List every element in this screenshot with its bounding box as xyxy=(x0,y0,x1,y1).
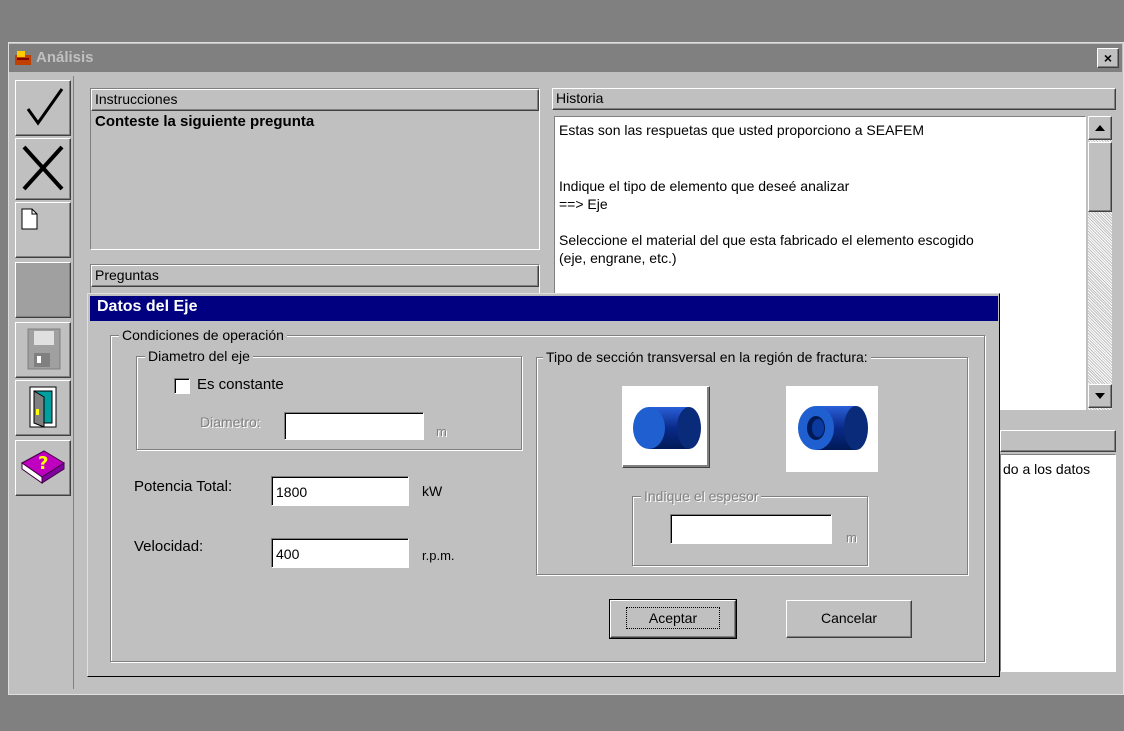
potencia-unit: kW xyxy=(422,483,443,499)
preguntas-panel: Preguntas xyxy=(90,264,540,294)
close-icon: × xyxy=(1103,50,1113,66)
velocidad-label: Velocidad: xyxy=(134,538,204,555)
historia-line: Indique el tipo de elemento que deseé an… xyxy=(559,178,850,194)
lower-right-textarea[interactable]: do a los datos xyxy=(1000,454,1116,672)
historia-line: ==> Eje xyxy=(559,196,608,212)
scroll-thumb[interactable] xyxy=(1088,142,1112,212)
velocidad-unit: r.p.m. xyxy=(422,548,455,563)
lower-right-text: do a los datos xyxy=(1003,461,1091,477)
app-window-icon xyxy=(14,49,32,67)
es-constante-label[interactable]: Es constante xyxy=(197,376,284,393)
es-constante-checkbox[interactable] xyxy=(174,378,190,394)
diametro-group-label: Diametro del eje xyxy=(145,348,253,364)
espesor-group-label: Indique el espesor xyxy=(641,488,762,504)
checkmark-icon xyxy=(26,88,64,126)
historia-line: (eje, engrane, etc.) xyxy=(559,250,677,266)
save-disk-icon xyxy=(27,328,61,370)
help-book-icon: ? xyxy=(21,450,65,484)
potencia-input[interactable]: 1800 xyxy=(271,476,409,506)
save-tool-button[interactable] xyxy=(15,322,71,378)
instrucciones-text: Conteste la siguiente pregunta xyxy=(95,113,315,130)
espesor-input[interactable] xyxy=(670,514,832,544)
svg-text:?: ? xyxy=(38,453,48,474)
historia-scrollbar[interactable] xyxy=(1088,116,1112,410)
potencia-label: Potencia Total: xyxy=(134,478,233,495)
hollow-shaft-option[interactable] xyxy=(786,386,878,472)
solid-shaft-option[interactable] xyxy=(622,386,710,468)
accept-tool-button[interactable] xyxy=(15,80,71,136)
hollow-shaft-icon xyxy=(798,406,868,450)
window-title: Análisis xyxy=(36,49,94,66)
diametro-input[interactable] xyxy=(284,412,424,440)
x-icon xyxy=(22,145,64,191)
espesor-unit: m xyxy=(846,530,857,545)
cancel-tool-button[interactable] xyxy=(15,138,71,200)
solid-shaft-icon xyxy=(633,407,701,449)
instrucciones-header: Instrucciones xyxy=(91,89,539,111)
historia-line: Estas son las respuetas que usted propor… xyxy=(559,122,924,138)
blank-tool-button[interactable] xyxy=(15,262,71,318)
close-button[interactable]: × xyxy=(1097,48,1119,68)
exit-door-icon xyxy=(29,386,57,428)
velocidad-input[interactable]: 400 xyxy=(271,538,409,568)
arrow-down-icon xyxy=(1095,393,1105,399)
preguntas-header: Preguntas xyxy=(91,265,539,287)
scroll-up-button[interactable] xyxy=(1088,116,1112,140)
arrow-up-icon xyxy=(1095,125,1105,131)
diametro-label: Diametro: xyxy=(200,414,261,430)
status-bar xyxy=(8,695,1124,731)
main-titlebar[interactable] xyxy=(9,44,1122,72)
scroll-down-button[interactable] xyxy=(1088,384,1112,408)
dialog-title: Datos del Eje xyxy=(97,298,198,315)
historia-line xyxy=(559,141,1081,159)
seccion-group-label: Tipo de sección transversal en la región… xyxy=(543,349,871,365)
historia-line: Seleccione el material del que esta fabr… xyxy=(559,232,974,248)
new-tool-button[interactable] xyxy=(15,202,71,258)
historia-line xyxy=(559,213,1081,231)
lower-right-header xyxy=(1000,430,1116,452)
help-tool-button[interactable]: ? xyxy=(15,440,71,496)
dialog-titlebar[interactable] xyxy=(90,296,998,321)
instrucciones-panel: Instrucciones Conteste la siguiente preg… xyxy=(90,88,540,250)
aceptar-button-label: Aceptar xyxy=(625,607,721,629)
condiciones-label: Condiciones de operación xyxy=(119,327,287,343)
exit-tool-button[interactable] xyxy=(15,380,71,436)
cancelar-button[interactable]: Cancelar xyxy=(786,600,912,638)
historia-line xyxy=(559,159,1081,177)
historia-header: Historia xyxy=(552,88,1116,110)
diametro-unit: m xyxy=(436,424,447,439)
cancelar-button-label: Cancelar xyxy=(820,610,878,626)
new-page-icon xyxy=(21,208,38,230)
aceptar-button[interactable]: Aceptar xyxy=(609,599,737,639)
